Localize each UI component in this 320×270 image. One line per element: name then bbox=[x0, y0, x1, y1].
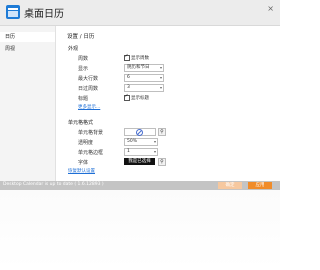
chevron-down-icon: ▾ bbox=[159, 75, 162, 80]
search-icon[interactable]: ⚲ bbox=[158, 128, 166, 136]
background-area bbox=[0, 190, 280, 270]
calendar-app-icon bbox=[6, 5, 20, 19]
past-weeks-label: 日过周数 bbox=[78, 86, 99, 92]
opacity-select[interactable]: 50% ▾ bbox=[124, 138, 158, 146]
cell-border-value: 1 bbox=[127, 149, 130, 154]
ok-button[interactable]: 确定 bbox=[218, 182, 242, 189]
display-label: 显示 bbox=[78, 66, 89, 72]
max-rows-label: 最大行数 bbox=[78, 76, 99, 82]
chevron-down-icon: ▾ bbox=[153, 139, 156, 144]
display-select-value: 阴历和节日 bbox=[127, 65, 150, 70]
settings-panel: 设置 / 日历 外观 周数 显示周数 显示 阴历和节日 ▾ 最大行数 6 ▾ 日… bbox=[57, 26, 280, 181]
calendar-icon-header bbox=[8, 8, 18, 10]
update-status-text: Desktop Calendar is up to date ( 1.6.128… bbox=[3, 182, 104, 187]
calendar-icon-body bbox=[8, 11, 18, 17]
display-select[interactable]: 阴历和节日 ▾ bbox=[124, 64, 164, 72]
close-icon[interactable]: × bbox=[267, 4, 274, 13]
restore-defaults-link[interactable]: 恢复默认设置 bbox=[68, 168, 95, 174]
max-rows-select[interactable]: 6 ▾ bbox=[124, 74, 164, 82]
show-title-checkbox-label: 显示标题 bbox=[131, 96, 149, 101]
appearance-section-label: 外观 bbox=[68, 46, 79, 52]
breadcrumb: 设置 / 日历 bbox=[67, 34, 95, 40]
cell-border-select[interactable]: 1 ▾ bbox=[124, 148, 158, 156]
more-display-link[interactable]: 更多显示... bbox=[78, 104, 100, 110]
week-number-label: 周数 bbox=[78, 56, 89, 62]
max-rows-value: 6 bbox=[127, 75, 130, 80]
chevron-down-icon: ▾ bbox=[159, 65, 162, 70]
title-label: 标题 bbox=[78, 96, 89, 102]
opacity-value: 50% bbox=[127, 139, 138, 144]
cell-background-label: 单元格背景 bbox=[78, 130, 104, 136]
sidebar-item-week[interactable]: 周视 bbox=[0, 44, 55, 54]
past-weeks-value: 3 bbox=[127, 85, 130, 90]
show-title-checkbox[interactable] bbox=[124, 93, 130, 101]
window-title: 桌面日历 bbox=[24, 9, 64, 20]
chevron-down-icon: ▾ bbox=[159, 85, 162, 90]
opacity-label: 透明度 bbox=[78, 140, 94, 146]
chevron-down-icon: ▾ bbox=[153, 149, 156, 154]
week-number-checkbox[interactable] bbox=[124, 53, 130, 61]
title-bar: 桌面日历 × bbox=[0, 0, 280, 26]
font-label: 字体 bbox=[78, 160, 89, 166]
cell-format-section-label: 单元格格式 bbox=[68, 120, 94, 126]
apply-button[interactable]: 应用 bbox=[248, 182, 272, 189]
font-preview[interactable]: 我是已选择 bbox=[124, 158, 155, 165]
sidebar: 日历 周视 bbox=[0, 26, 56, 181]
sidebar-item-calendar[interactable]: 日历 bbox=[0, 32, 55, 42]
past-weeks-select[interactable]: 3 ▾ bbox=[124, 84, 164, 92]
ban-icon bbox=[136, 129, 143, 136]
week-number-checkbox-label: 显示周数 bbox=[131, 56, 149, 61]
cell-border-label: 单元格边框 bbox=[78, 150, 104, 156]
cell-background-picker[interactable] bbox=[124, 128, 156, 136]
search-icon[interactable]: ⚲ bbox=[158, 158, 166, 166]
